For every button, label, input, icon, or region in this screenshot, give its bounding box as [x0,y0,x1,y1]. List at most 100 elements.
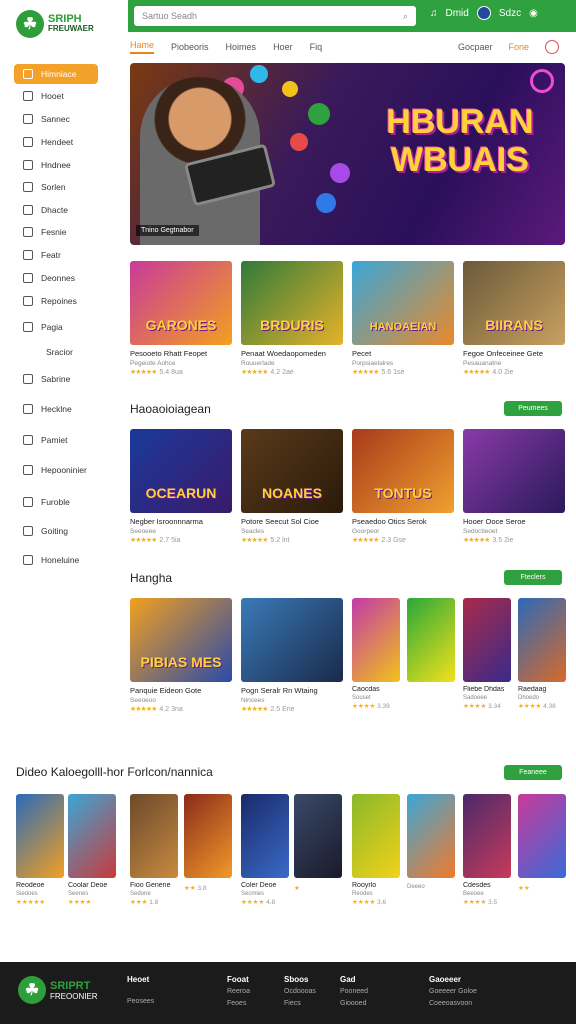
game-thumbnail: PIBIAS MES [130,598,232,682]
game-name: Penaat Woedaopomeden [241,349,326,358]
ring-icon [530,69,554,93]
sidebar-item-12[interactable]: Sracior [14,342,98,362]
hero-banner[interactable]: HBURAN WBUAIS Tnino Gegtnabor [130,63,565,245]
avatar[interactable] [476,6,491,20]
box-icon [23,160,33,170]
game-thumbnail: HANOAEIAN [352,261,454,345]
game-thumbnail: GARONES [130,261,232,345]
see-more-button[interactable]: Feaneee [504,765,562,780]
game-card[interactable]: NOANES Potore Seecut Sol Cioe Seacles ★★… [241,429,343,544]
nav-right-2[interactable]: Fone [509,42,530,52]
settings-icon[interactable] [545,40,560,54]
list-icon [23,137,33,147]
sidebar-item-14[interactable]: Hecklne [14,399,98,419]
tab-4[interactable]: Hoer [273,42,293,52]
bell-icon[interactable]: ♫ [430,8,438,19]
pin-icon [23,497,33,507]
globe-icon[interactable]: ◉ [529,8,538,19]
account-label[interactable]: Dmid [446,8,469,19]
game-card[interactable]: Fliebe Dhdas Sadoeee ★★★★ 3.34 [463,598,511,710]
clover-icon: ☘ [16,10,44,38]
sidebar-item-9[interactable]: Deonnes [14,268,98,288]
game-card[interactable]: GARONES Pesooeto Rhatt Feopet Pegeiote A… [130,261,232,376]
game-card[interactable]: Caocdas Souset ★★★★ 3.39 [352,598,400,710]
sidebar-item-15[interactable]: Pamiet [14,430,98,450]
brand-logo[interactable]: ☘ SRIPH FREUWAER [16,10,94,38]
sidebar-item-2[interactable]: Sannec [14,109,98,129]
sidebar-item-6[interactable]: Dhacte [14,200,98,220]
sidebar-item-8[interactable]: Featr [14,245,98,265]
search-input[interactable]: Sartuo Seadh ⌕ [134,6,416,26]
game-name: Negber Isroonnnarma [130,517,203,526]
game-card[interactable]: Coler Deoe Secmies ★★★★ 4.8 [241,794,289,906]
footer-column: Gaoeeer Goeeeer Goloe Coeeoasvoon [429,975,477,1007]
see-more-button[interactable]: Peumees [504,401,562,416]
user-icon [23,182,33,192]
search-icon[interactable]: ⌕ [403,11,408,22]
sidebar-item-4[interactable]: Hndnee [14,155,98,175]
rating: ★★★★★ 5.6 1se [352,369,405,376]
footer-column: Gad Pooneed Gioooed [340,975,369,1007]
game-meta: Seeoeoo [130,697,157,704]
game-card[interactable]: Coolar Deoe Seenes ★★★★ [68,794,116,906]
sidebar-item-10[interactable]: Repoines [14,291,98,311]
game-card[interactable]: Raedaag Dhoedo ★★★★ 4.38 [518,598,566,710]
nav-right-1[interactable]: Gocpaer [458,42,493,52]
rating: ★★★★★ 4.2 2ae [241,369,294,376]
tab-5[interactable]: Fiq [310,42,323,52]
game-card[interactable]: PIBIAS MES Panquie Eideon Gote Seeoeoo ★… [130,598,232,713]
sidebar-item-1[interactable]: Hooet [14,86,98,106]
flag-icon [23,250,33,260]
game-card[interactable]: ★ [294,794,342,892]
game-thumbnail [241,794,289,878]
game-card[interactable]: TONTUS Pseaedoo Otics Serok Goorpeor ★★★… [352,429,454,544]
game-card[interactable] [407,598,455,682]
house-icon [23,91,33,101]
sidebar-item-3[interactable]: Hendeet [14,132,98,152]
game-card[interactable]: Rooyrlo Reodes ★★★★ 3.6 [352,794,400,906]
star-icon [23,273,33,283]
game-meta: Goorpeor [352,528,380,535]
game-card[interactable]: HANOAEIAN Pecet Porpsiaelalres ★★★★★ 5.6 … [352,261,454,376]
game-card[interactable]: ★★ [518,794,566,892]
gem-icon [308,103,330,125]
top-actions: ♫ Dmid Sdzc ◉ [430,6,538,20]
game-card[interactable]: Deeeo [407,794,455,890]
account-label-2[interactable]: Sdzc [499,8,521,19]
sidebar-item-13[interactable]: Sabrine [14,369,98,389]
sidebar-item-18[interactable]: Goiting [14,521,98,541]
game-card[interactable]: BIIRANS Fegoe Onfeceinee Gete Pesauanatn… [463,261,565,376]
game-card[interactable]: Fioo Genene Sedone ★★★ 1.8 [130,794,178,906]
sidebar-item-5[interactable]: Sorlen [14,177,98,197]
tab-home[interactable]: Hame [130,40,155,54]
sidebar-item-11[interactable]: Pagia [14,317,98,337]
sidebar-item-17[interactable]: Furoble [14,492,98,512]
clover-icon: ☘ [18,976,46,1004]
game-card[interactable]: Pogn Seralr Rn Wtaing Nincees ★★★★★ 2.5 E… [241,598,343,713]
trophy-icon [23,435,33,445]
tab-3[interactable]: Hoimes [226,42,257,52]
tab-2[interactable]: Piobeoris [171,42,209,52]
gift-icon [23,374,33,384]
see-more-button[interactable]: Fteclers [504,570,562,585]
game-thumbnail [352,598,400,682]
game-card[interactable]: Cdesdes Beeoee ★★★★ 3.5 [463,794,511,906]
game-thumbnail [352,794,400,878]
game-card[interactable]: BRDURIS Penaat Woedaopomeden Rouuerlade … [241,261,343,376]
sidebar-item-0[interactable]: Himniace [14,64,98,84]
sidebar-item-16[interactable]: Hepooninier [14,460,98,480]
gem-icon [282,81,298,97]
game-thumbnail: BRDURIS [241,261,343,345]
game-card[interactable]: Reodeoe Siedoes ★★★★★ [16,794,64,906]
hero-caption: Tnino Gegtnabor [136,225,199,236]
footer-column: Sboos Ocdoooas Fiecs [284,975,316,1007]
game-card[interactable]: Hooer Ooce Seroe Sedoctieoet ★★★★★ 3.5 2i… [463,429,565,544]
footer-logo[interactable]: ☘ SRIPRT FREOONIER [18,976,98,1004]
game-card[interactable]: ★★ 3.8 [184,794,232,892]
sidebar-item-19[interactable]: Honeluine [14,550,98,570]
section-title: Hangha [130,571,173,585]
main-nav: Hame Piobeoris Hoimes Hoer Fiq Gocpaer F… [128,34,576,60]
game-thumbnail [130,794,178,878]
sidebar-item-7[interactable]: Fesnie [14,222,98,242]
game-card[interactable]: OCEARUN Negber Isroonnnarma Seeoeee ★★★★… [130,429,232,544]
